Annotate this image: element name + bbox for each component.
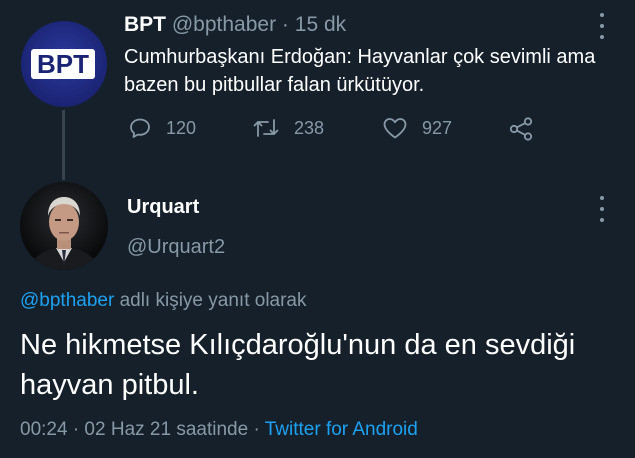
reply-count: 120 (166, 117, 197, 138)
parent-display-name[interactable]: BPT (124, 13, 166, 36)
parent-tweet-actions: 120 238 927 (128, 116, 568, 144)
tweet-timestamp[interactable]: 00:24 · 02 Haz 21 saatinde (20, 419, 248, 440)
thread-connector-line (62, 110, 65, 180)
parent-more-vertical-icon[interactable] (599, 13, 605, 39)
parent-timestamp[interactable]: 15 dk (295, 13, 346, 36)
retweet-button[interactable]: 238 (252, 116, 324, 140)
share-button[interactable] (508, 116, 534, 142)
reply-mention-link[interactable]: @bpthaber (20, 290, 114, 311)
reply-icon (130, 118, 150, 138)
parent-tweet-header: BPT @bpthaber · 15 dk (124, 11, 346, 39)
heart-icon (383, 118, 407, 139)
urquart-avatar[interactable] (20, 182, 108, 270)
source-separator: · (253, 419, 260, 440)
retweet-icon (253, 119, 279, 137)
parent-handle[interactable]: @bpthaber (172, 13, 276, 36)
author-display-name[interactable]: Urquart (127, 194, 199, 220)
reply-button[interactable]: 120 (128, 116, 196, 140)
parent-separator: · (281, 13, 289, 36)
share-icon (509, 117, 533, 141)
bpt-avatar[interactable]: BPT (21, 21, 107, 107)
replying-to-line: @bpthaber adlı kişiye yanıt olarak (20, 288, 307, 314)
portrait-image (20, 182, 108, 270)
tweet-text: Ne hikmetse Kılıçdaroğlu'nun da en sevdi… (20, 329, 576, 401)
reply-suffix: adlı kişiye yanıt olarak (119, 290, 307, 311)
like-count: 927 (422, 117, 453, 138)
like-button[interactable]: 927 (382, 116, 452, 140)
tweet-more-vertical-icon[interactable] (599, 196, 605, 222)
author-handle[interactable]: @Urquart2 (127, 234, 225, 260)
bpt-logo: BPT (29, 46, 99, 82)
tweet-meta: 00:24 · 02 Haz 21 saatinde · Twitter for… (20, 417, 418, 443)
parent-tweet-text: Cumhurbaşkanı Erdoğan: Hayvanlar çok sev… (124, 46, 596, 96)
bpt-logo-text: BPT (37, 49, 89, 79)
tweet-source-link[interactable]: Twitter for Android (265, 419, 418, 440)
tweet-thread: BPT BPT @bpthaber · 15 dk Cumhurbaşkanı … (0, 0, 635, 458)
retweet-count: 238 (294, 117, 325, 138)
